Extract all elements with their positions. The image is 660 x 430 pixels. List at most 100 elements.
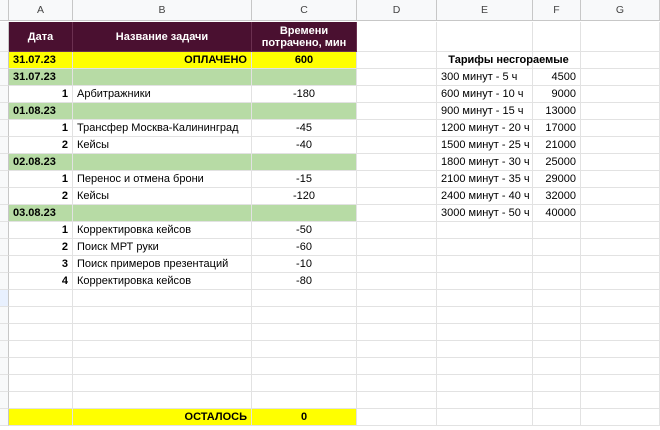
row-header[interactable]: [0, 239, 9, 256]
grid-cell[interactable]: [73, 290, 252, 307]
grid-cell[interactable]: [437, 341, 533, 358]
grid-cell[interactable]: [533, 290, 581, 307]
grid-cell[interactable]: [581, 188, 660, 205]
grid-cell[interactable]: [533, 22, 581, 52]
grid-cell[interactable]: [581, 137, 660, 154]
row-header[interactable]: [0, 154, 9, 171]
grid-cell[interactable]: [581, 52, 660, 69]
grid-cell[interactable]: [357, 69, 437, 86]
grid-cell[interactable]: [73, 324, 252, 341]
grid-cell[interactable]: [357, 188, 437, 205]
date-group-fill[interactable]: [73, 69, 252, 86]
grid-cell[interactable]: [437, 358, 533, 375]
date-group-row[interactable]: 03.08.23: [9, 205, 73, 222]
date-group-fill[interactable]: [252, 103, 357, 120]
grid-cell[interactable]: [581, 154, 660, 171]
row-header[interactable]: [0, 222, 9, 239]
grid-cell[interactable]: [357, 205, 437, 222]
grid-cell[interactable]: [437, 375, 533, 392]
task-minutes[interactable]: -45: [252, 120, 357, 137]
grid-cell[interactable]: [73, 375, 252, 392]
grid-cell[interactable]: [73, 307, 252, 324]
task-name[interactable]: Кейсы: [73, 137, 252, 154]
row-header[interactable]: [0, 341, 9, 358]
paid-label[interactable]: ОПЛАЧЕНО: [73, 52, 252, 69]
grid-cell[interactable]: [581, 392, 660, 409]
column-header-d[interactable]: D: [357, 0, 437, 21]
grid-cell[interactable]: [252, 392, 357, 409]
grid-cell[interactable]: [357, 103, 437, 120]
row-header[interactable]: [0, 392, 9, 409]
paid-value[interactable]: 600: [252, 52, 357, 69]
grid-cell[interactable]: [581, 290, 660, 307]
task-name[interactable]: Трансфер Москва-Калининград: [73, 120, 252, 137]
grid-cell[interactable]: [252, 341, 357, 358]
remaining-fill[interactable]: [9, 409, 73, 426]
grid-cell[interactable]: [357, 222, 437, 239]
grid-cell[interactable]: [533, 341, 581, 358]
grid-cell[interactable]: [437, 256, 533, 273]
tariff-label[interactable]: 1500 минут - 25 ч: [437, 137, 533, 154]
row-header[interactable]: [0, 103, 9, 120]
date-group-fill[interactable]: [252, 154, 357, 171]
grid-cell[interactable]: [581, 86, 660, 103]
task-number[interactable]: 1: [9, 171, 73, 188]
tariff-label[interactable]: 600 минут - 10 ч: [437, 86, 533, 103]
task-number[interactable]: 2: [9, 239, 73, 256]
grid-cell[interactable]: [9, 307, 73, 324]
grid-cell[interactable]: [357, 154, 437, 171]
grid-cell[interactable]: [437, 222, 533, 239]
grid-cell[interactable]: [581, 120, 660, 137]
column-header-a[interactable]: A: [9, 0, 73, 21]
remaining-label[interactable]: ОСТАЛОСЬ: [73, 409, 252, 426]
grid-cell[interactable]: [581, 358, 660, 375]
grid-cell[interactable]: [357, 137, 437, 154]
grid-cell[interactable]: [357, 239, 437, 256]
grid-cell[interactable]: [581, 69, 660, 86]
grid-cell[interactable]: [9, 375, 73, 392]
grid-cell[interactable]: [581, 22, 660, 52]
row-header[interactable]: [0, 188, 9, 205]
date-group-fill[interactable]: [73, 103, 252, 120]
task-minutes[interactable]: -60: [252, 239, 357, 256]
grid-cell[interactable]: [437, 290, 533, 307]
grid-cell[interactable]: [357, 256, 437, 273]
grid-cell[interactable]: [357, 120, 437, 137]
grid-cell[interactable]: [9, 290, 73, 307]
task-minutes[interactable]: -15: [252, 171, 357, 188]
row-header[interactable]: [0, 52, 9, 69]
grid-cell[interactable]: [252, 324, 357, 341]
grid-cell[interactable]: [357, 290, 437, 307]
grid-cell[interactable]: [437, 324, 533, 341]
row-header[interactable]: [0, 205, 9, 222]
task-name[interactable]: Арбитражники: [73, 86, 252, 103]
column-header-b[interactable]: B: [73, 0, 252, 21]
task-number[interactable]: 3: [9, 256, 73, 273]
row-header[interactable]: [0, 273, 9, 290]
grid-cell[interactable]: [9, 324, 73, 341]
grid-cell[interactable]: [357, 273, 437, 290]
select-all-corner[interactable]: [0, 0, 9, 21]
grid-cell[interactable]: [581, 256, 660, 273]
grid-cell[interactable]: [581, 239, 660, 256]
grid-cell[interactable]: [533, 324, 581, 341]
grid-cell[interactable]: [533, 307, 581, 324]
grid-cell[interactable]: [73, 392, 252, 409]
grid-cell[interactable]: [252, 358, 357, 375]
grid-cell[interactable]: [581, 409, 660, 426]
tariff-label[interactable]: 1800 минут - 30 ч: [437, 154, 533, 171]
task-name[interactable]: Перенос и отмена брони: [73, 171, 252, 188]
row-header[interactable]: [0, 22, 9, 52]
grid-cell[interactable]: [437, 22, 533, 52]
grid-cell[interactable]: [437, 409, 533, 426]
grid-cell[interactable]: [9, 392, 73, 409]
grid-cell[interactable]: [581, 273, 660, 290]
tariff-label[interactable]: 2100 минут - 35 ч: [437, 171, 533, 188]
row-header[interactable]: [0, 409, 9, 426]
row-header[interactable]: [0, 358, 9, 375]
tariff-price[interactable]: 32000: [533, 188, 581, 205]
date-group-fill[interactable]: [73, 154, 252, 171]
grid-cell[interactable]: [357, 307, 437, 324]
row-header[interactable]: [0, 290, 9, 307]
grid-cell[interactable]: [252, 307, 357, 324]
